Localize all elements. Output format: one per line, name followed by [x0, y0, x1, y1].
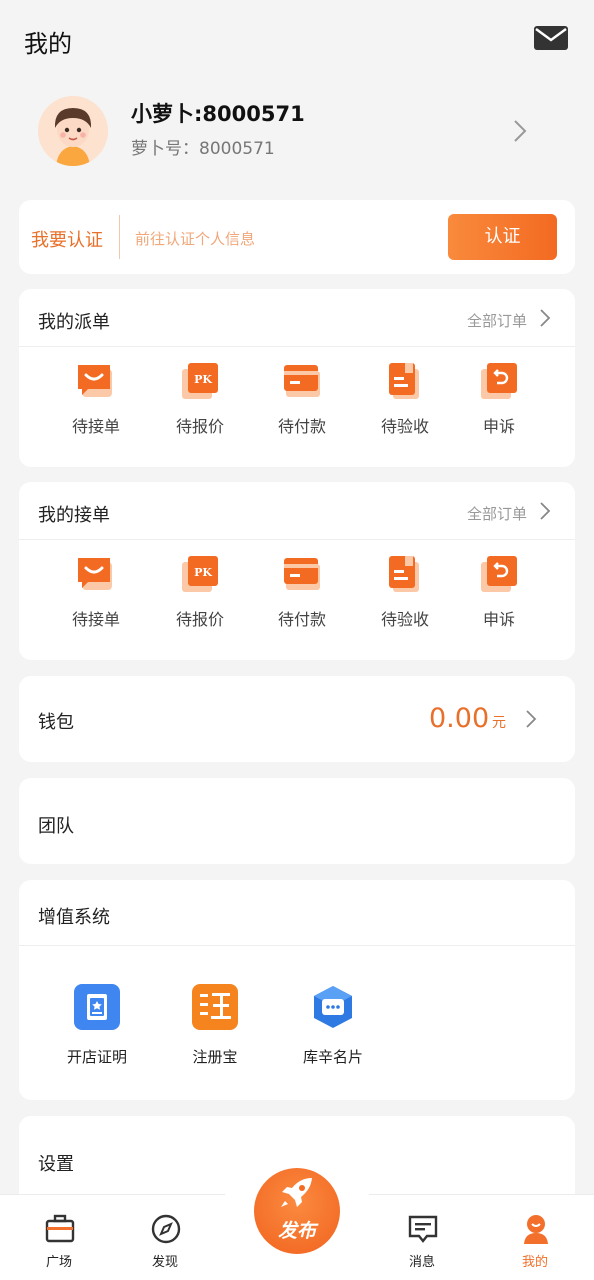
pk-quote-icon: PK	[182, 556, 218, 592]
appeal-return-icon	[481, 363, 517, 399]
document-check-icon	[389, 363, 419, 399]
order-status-label: 待报价	[175, 610, 224, 629]
verify-title: 我要认证	[31, 230, 103, 251]
verify-card: 我要认证 前往认证个人信息 认证	[19, 200, 575, 274]
order-status-pending-quote[interactable]: PK 待报价	[150, 361, 250, 451]
wallet-currency-unit: 元	[492, 715, 506, 731]
top-bar: 我的	[0, 0, 594, 78]
tab-messages[interactable]: 消息	[377, 1195, 467, 1280]
wallet-balance: 0.00	[429, 703, 490, 734]
order-status-label: 待接单	[71, 417, 120, 436]
profile-row[interactable]: 小萝卜:8000571 萝卜号：8000571	[0, 88, 594, 174]
tab-plaza[interactable]: 广场	[14, 1195, 104, 1280]
business-card-item[interactable]: 库辛名片	[274, 984, 392, 1074]
register-treasure-item[interactable]: 注册宝	[156, 984, 274, 1074]
card-payment-icon	[284, 558, 320, 590]
accept-order-status-list: 待接单 PK 待报价 待付款 待验收 申诉	[19, 554, 575, 654]
order-status-pending-check[interactable]: 待验收	[355, 554, 455, 644]
register-treasure-label: 注册宝	[192, 1048, 238, 1066]
message-icon	[408, 1215, 438, 1243]
team-row[interactable]: 团队	[19, 778, 575, 864]
chevron-right-icon	[540, 502, 551, 520]
value-added-title: 增值系统	[38, 907, 110, 928]
chevron-right-icon	[514, 120, 527, 142]
accept-orders-title: 我的接单	[38, 505, 110, 526]
wallet-row[interactable]: 钱包 0.00 元	[19, 676, 575, 762]
all-orders-link[interactable]: 全部订单	[467, 310, 527, 331]
store-certificate-item[interactable]: 开店证明	[38, 984, 156, 1074]
register-treasure-icon	[192, 984, 238, 1030]
avatar	[38, 96, 108, 166]
order-status-pending-payment[interactable]: 待付款	[252, 361, 352, 451]
order-status-label: 待付款	[277, 417, 326, 436]
team-title: 团队	[38, 816, 74, 837]
profile-icon	[524, 1215, 548, 1244]
accept-orders-card: 我的接单 全部订单 待接单 PK 待报价 待付款 待验收 申诉	[19, 482, 575, 660]
order-status-pending-quote[interactable]: PK 待报价	[150, 554, 250, 644]
wallet-title: 钱包	[38, 712, 74, 733]
order-status-appeal[interactable]: 申诉	[449, 554, 549, 644]
briefcase-icon	[45, 1214, 75, 1243]
store-certificate-icon	[74, 984, 120, 1030]
order-status-label: 待付款	[277, 610, 326, 629]
order-status-pending-accept[interactable]: 待接单	[46, 554, 146, 644]
tab-mine[interactable]: 我的	[490, 1195, 580, 1280]
value-added-header: 增值系统	[19, 880, 575, 946]
dispatch-orders-title: 我的派单	[38, 312, 110, 333]
order-status-pending-payment[interactable]: 待付款	[252, 554, 352, 644]
dispatch-order-status-list: 待接单 PK 待报价 待付款 待验收 申诉	[19, 361, 575, 461]
divider	[119, 215, 120, 259]
accept-orders-header[interactable]: 我的接单 全部订单	[19, 482, 575, 540]
profile-nickname: 小萝卜:8000571	[131, 102, 305, 126]
mail-icon[interactable]	[534, 26, 568, 50]
settings-title: 设置	[38, 1154, 74, 1175]
chevron-right-icon	[526, 710, 537, 728]
tab-label: 广场	[45, 1255, 72, 1270]
pending-accept-icon	[78, 558, 112, 590]
chevron-right-icon	[540, 309, 551, 327]
order-status-label: 申诉	[482, 610, 515, 629]
pending-accept-icon	[78, 365, 112, 397]
order-status-pending-check[interactable]: 待验收	[355, 361, 455, 451]
compass-icon	[151, 1214, 181, 1244]
rocket-icon	[281, 1178, 312, 1207]
svg-text:PK: PK	[194, 566, 212, 579]
profile-account-id: 萝卜号：8000571	[131, 139, 275, 159]
verify-button[interactable]: 认证	[448, 214, 557, 260]
tab-label: 消息	[408, 1255, 435, 1270]
order-status-label: 待验收	[380, 417, 429, 436]
store-certificate-label: 开店证明	[66, 1048, 127, 1066]
page-title: 我的	[24, 30, 72, 58]
tab-label: 发现	[151, 1255, 178, 1270]
svg-text:PK: PK	[194, 373, 212, 386]
appeal-return-icon	[481, 556, 517, 592]
order-status-label: 申诉	[482, 417, 515, 436]
value-added-card: 增值系统 开店证明 注册宝 库辛名片	[19, 880, 575, 1100]
order-status-label: 待报价	[175, 417, 224, 436]
tab-discover[interactable]: 发现	[120, 1195, 210, 1280]
document-check-icon	[389, 556, 419, 592]
order-status-label: 待接单	[71, 610, 120, 629]
card-payment-icon	[284, 365, 320, 397]
pk-quote-icon: PK	[182, 363, 218, 399]
business-card-icon	[314, 986, 352, 1028]
business-card-label: 库辛名片	[302, 1048, 363, 1066]
publish-button[interactable]: 发布	[254, 1168, 340, 1254]
verify-hint: 前往认证个人信息	[135, 230, 256, 248]
order-status-pending-accept[interactable]: 待接单	[46, 361, 146, 451]
dispatch-orders-card: 我的派单 全部订单 待接单 PK 待报价 待付款 待验收 申诉	[19, 289, 575, 467]
all-orders-link[interactable]: 全部订单	[467, 503, 527, 524]
order-status-appeal[interactable]: 申诉	[449, 361, 549, 451]
dispatch-orders-header[interactable]: 我的派单 全部订单	[19, 289, 575, 347]
order-status-label: 待验收	[380, 610, 429, 629]
tab-label: 我的	[521, 1255, 548, 1270]
publish-label: 发布	[277, 1220, 316, 1242]
avatar-illustration	[38, 96, 108, 166]
